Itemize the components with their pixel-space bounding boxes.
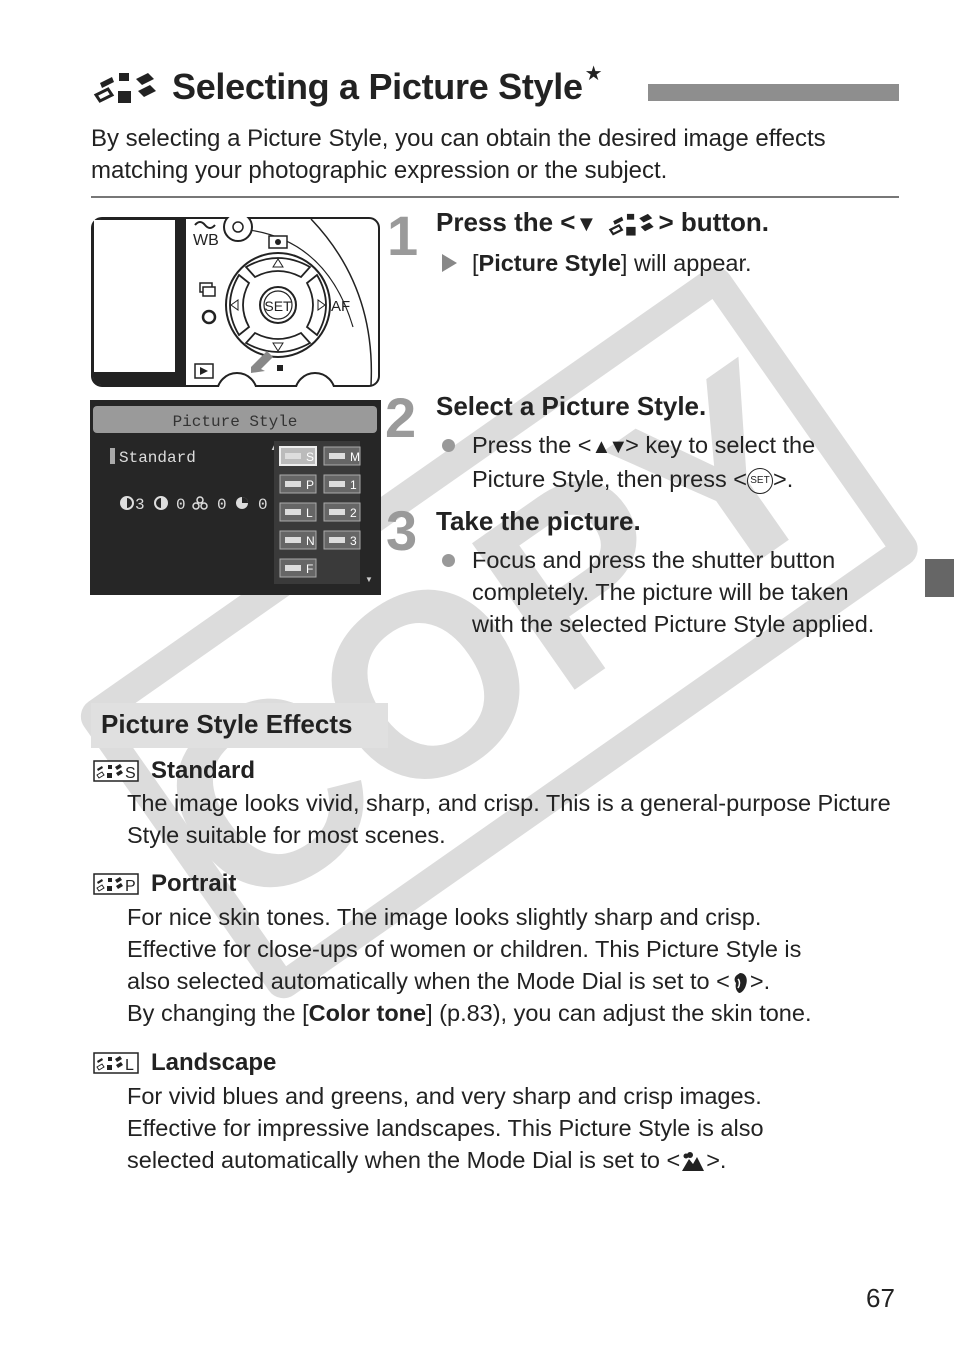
description-text: ] (p.83), you can adjust the skin tone. (426, 1000, 812, 1026)
effect-portrait-description: For nice skin tones. The image looks sli… (127, 901, 897, 1029)
description-text: selected automatically when the Mode Dia… (127, 1147, 681, 1173)
lcd-style-option: P (279, 474, 317, 494)
effect-name: Landscape (151, 1049, 277, 1076)
step-3-text: Focus and press the shutter button compl… (472, 547, 875, 637)
svg-text:0: 0 (217, 496, 227, 514)
step-1-title-suffix: > button. (658, 207, 769, 237)
description-line: For nice skin tones. The image looks sli… (127, 904, 762, 930)
description-text: >. (749, 968, 771, 994)
effect-landscape-heading: L Landscape (93, 1049, 276, 1077)
af-label: AF (331, 298, 350, 315)
lcd-style-option: L (279, 502, 317, 522)
lcd-style-option: 1 (323, 474, 361, 494)
lcd-selected-style: Standard (119, 449, 196, 467)
description-text: >. (706, 1147, 727, 1173)
step-1-title: Press the <▼ > button. (436, 207, 769, 238)
svg-text:N: N (306, 534, 315, 548)
description-line: By changing the [Color tone] (p.83), you… (127, 997, 897, 1029)
effect-standard-heading: S Standard (93, 757, 255, 785)
landscape-mode-icon (682, 1151, 705, 1171)
description-text: By changing the [ (127, 1000, 309, 1026)
step-2-text: Press the < (472, 432, 592, 458)
lcd-picture-style-screen: Picture Style Standard 3 0 0 0 ▲ ▼ SMP1L… (90, 400, 381, 595)
section-heading: Picture Style Effects (91, 703, 388, 748)
step-3-instruction: Focus and press the shutter button compl… (442, 544, 892, 640)
title-text: Selecting a Picture Style (172, 66, 583, 107)
menu-name: Picture Style (478, 250, 621, 276)
step-2-text: > key to select the (625, 432, 816, 458)
description-text: also selected automatically when the Mod… (127, 968, 730, 994)
svg-text:P: P (306, 478, 314, 492)
svg-text:S: S (306, 450, 314, 464)
picture-style-icon (93, 73, 156, 103)
svg-text:M: M (350, 450, 360, 464)
description-line: Effective for close-ups of women or chil… (127, 936, 802, 962)
step-2-title: Select a Picture Style. (436, 391, 707, 421)
effect-name: Standard (151, 757, 256, 784)
step-2-text: Picture Style, then press < (472, 465, 747, 492)
svg-text:S: S (125, 765, 136, 782)
step-3-title: Take the picture. (436, 506, 641, 536)
step-1-result: [Picture Style] will appear. (442, 247, 752, 279)
svg-text:0: 0 (258, 496, 268, 514)
description-line: For vivid blues and greens, and very sha… (127, 1083, 762, 1109)
intro-paragraph: By selecting a Picture Style, you can ob… (91, 125, 826, 184)
step-1-title-text: Press the < (436, 207, 576, 237)
lcd-style-option: 3 (323, 530, 361, 550)
camera-buttons-illustration: WB SET AF (91, 217, 380, 387)
up-down-keys-icon: ▲▼ (591, 435, 629, 458)
step-1-result-text: ] will appear. (620, 250, 752, 276)
step-2-text: >. (772, 465, 794, 492)
bullet-icon (442, 554, 455, 567)
wb-label: WB (193, 232, 219, 249)
svg-text:L: L (306, 506, 313, 520)
svg-text:P: P (125, 878, 136, 895)
picture-style-landscape-icon: L (93, 1052, 139, 1074)
description-line: selected automatically when the Mode Dia… (127, 1144, 897, 1176)
svg-text:F: F (306, 562, 313, 576)
effect-landscape-description: For vivid blues and greens, and very sha… (127, 1080, 897, 1176)
svg-text:L: L (125, 1057, 134, 1074)
menu-reference: Color tone (308, 1000, 427, 1026)
chapter-tab-marker (925, 559, 954, 597)
lcd-style-option: N (279, 530, 317, 550)
divider (91, 196, 899, 198)
down-arrow-icon: ▼ (575, 211, 598, 237)
lcd-style-option: F (279, 558, 317, 578)
step-number-1: 1 (387, 204, 419, 267)
page-title: Selecting a Picture Style ★ (92, 62, 603, 112)
svg-text:3: 3 (350, 534, 357, 548)
page-number: 67 (866, 1283, 895, 1313)
set-button-icon: SET (746, 467, 773, 494)
effect-name: Portrait (151, 870, 237, 897)
step-number-2: 2 (385, 386, 417, 449)
effect-standard-description: The image looks vivid, sharp, and crisp.… (127, 790, 891, 848)
result-arrow-icon (442, 254, 457, 272)
set-button-label: SET (264, 298, 292, 314)
bullet-icon (442, 439, 455, 452)
picture-style-standard-icon: S (93, 760, 139, 782)
svg-text:3: 3 (135, 496, 145, 514)
description-line: also selected automatically when the Mod… (127, 965, 897, 997)
svg-text:0: 0 (176, 496, 186, 514)
title-decoration-bar (648, 84, 899, 101)
step-2-instruction: Press the <▲▼> key to select the Picture… (442, 429, 892, 495)
lcd-style-option: S (279, 446, 317, 466)
lcd-title: Picture Style (173, 413, 298, 431)
portrait-mode-icon (734, 972, 747, 993)
lcd-style-option: M (323, 446, 361, 466)
svg-text:2: 2 (350, 506, 357, 520)
description-line: Effective for impressive landscapes. Thi… (127, 1115, 764, 1141)
picture-style-icon (608, 214, 654, 236)
section-heading-text: Picture Style Effects (101, 709, 353, 739)
effect-portrait-heading: P Portrait (93, 870, 236, 898)
lcd-style-option: 2 (323, 502, 361, 522)
step-number-3: 3 (386, 499, 418, 562)
picture-style-portrait-icon: P (93, 873, 139, 895)
svg-text:1: 1 (350, 478, 357, 492)
advanced-star-icon: ★ (584, 62, 603, 85)
svg-text:▼: ▼ (365, 575, 373, 584)
